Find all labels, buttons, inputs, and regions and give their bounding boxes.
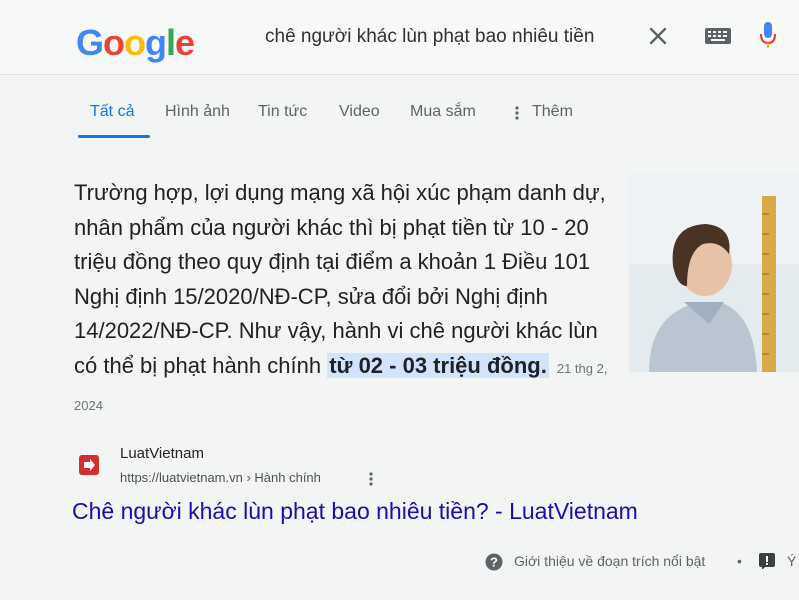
help-circle-icon[interactable]: ? (485, 553, 503, 571)
logo-letter: e (175, 22, 195, 63)
featured-snippet: Trường hợp, lợi dụng mạng xã hội xúc phạ… (74, 176, 614, 424)
search-header: Google chê người khác lùn phạt bao nhiêu… (0, 0, 799, 75)
snippet-text: Trường hợp, lợi dụng mạng xã hội xúc phạ… (74, 180, 606, 378)
feedback-link[interactable]: Ý (787, 553, 796, 569)
tab-news[interactable]: Tin tức (258, 103, 307, 121)
search-input[interactable]: chê người khác lùn phạt bao nhiêu tiền (265, 26, 594, 48)
logo-letter: o (124, 22, 146, 63)
search-tabs: Tất cả Hình ảnh Tin tức Video Mua sắm Th… (0, 95, 799, 140)
tab-shopping[interactable]: Mua sắm (410, 103, 476, 121)
result-title-link[interactable]: Chê người khác lùn phạt bao nhiêu tiền? … (72, 498, 638, 525)
about-featured-snippets-link[interactable]: Giới thiệu về đoạn trích nổi bật (514, 553, 705, 569)
logo-letter: g (145, 22, 167, 63)
header-divider (0, 74, 799, 75)
google-logo[interactable]: Google (76, 22, 195, 64)
footer-separator: • (737, 553, 742, 569)
result-url[interactable]: https://luatvietnam.vn › Hành chính (120, 470, 321, 485)
close-icon[interactable] (646, 24, 670, 48)
tab-images[interactable]: Hình ảnh (165, 103, 230, 121)
logo-letter: G (76, 22, 104, 63)
active-tab-indicator (78, 135, 150, 138)
tab-all[interactable]: Tất cả (90, 103, 134, 121)
more-vert-icon[interactable] (368, 471, 374, 487)
more-vert-icon[interactable] (515, 106, 519, 120)
snippet-thumbnail[interactable] (629, 174, 799, 372)
logo-letter: o (103, 22, 125, 63)
mic-icon[interactable] (758, 20, 778, 50)
snippet-highlight: từ 02 - 03 triệu đồng. (327, 352, 549, 378)
tab-more[interactable]: Thêm (532, 103, 573, 121)
flag-icon[interactable] (759, 553, 775, 569)
result-site-name[interactable]: LuatVietnam (120, 445, 204, 462)
svg-text:?: ? (490, 555, 498, 570)
logo-letter: l (166, 22, 176, 63)
tab-video[interactable]: Video (339, 103, 380, 121)
keyboard-icon[interactable] (704, 27, 732, 45)
luatvietnam-favicon (79, 455, 99, 475)
